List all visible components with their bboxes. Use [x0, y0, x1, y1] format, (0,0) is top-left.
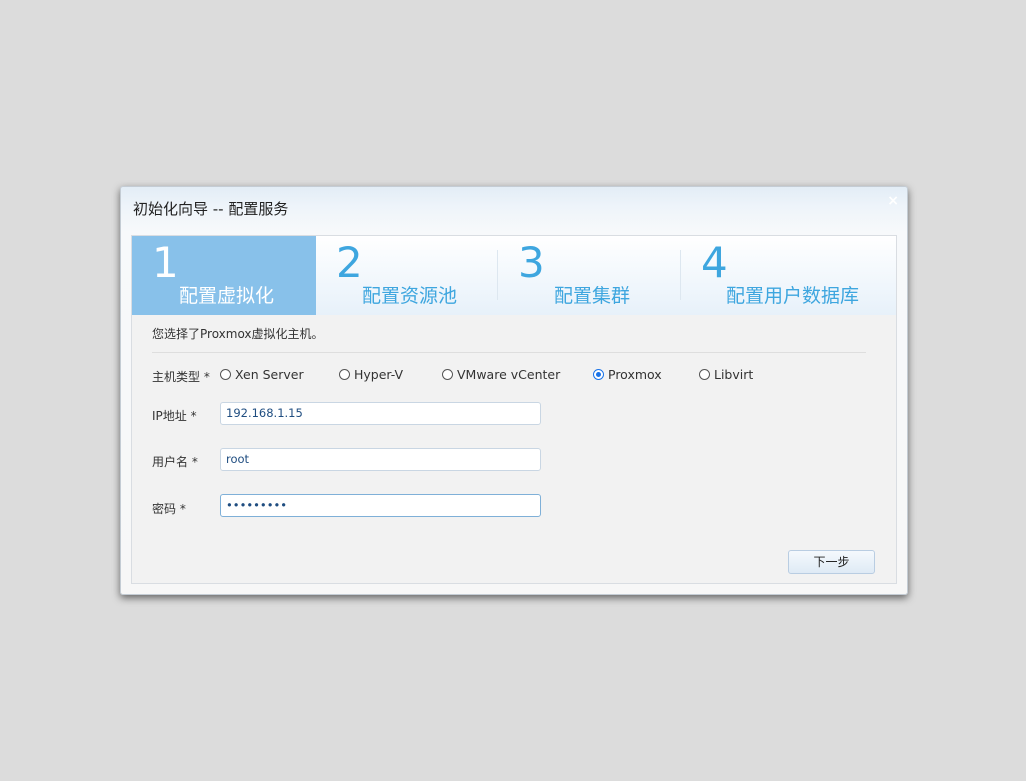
username-input[interactable]: root: [220, 448, 541, 471]
radio-label: Libvirt: [714, 367, 754, 382]
selection-info: 您选择了Proxmox虚拟化主机。: [152, 327, 324, 341]
step-label: 配置虚拟化: [179, 285, 275, 307]
step-label: 配置用户数据库: [726, 285, 860, 307]
password-input[interactable]: •••••••••: [220, 494, 541, 517]
radio-hyper-v[interactable]: Hyper-V: [339, 367, 403, 382]
step-number: 2: [336, 238, 363, 287]
radio-xen-server[interactable]: Xen Server: [220, 367, 304, 382]
username-label: 用户名 *: [152, 455, 198, 469]
divider: [152, 352, 866, 353]
step-configure-virtualization[interactable]: 1 配置虚拟化: [132, 236, 316, 315]
step-configure-resource-pool[interactable]: 2 配置资源池: [316, 236, 497, 315]
host-type-label: 主机类型 *: [152, 370, 210, 384]
radio-icon[interactable]: [442, 369, 453, 380]
radio-label: Proxmox: [608, 367, 662, 382]
step-number: 4: [701, 238, 728, 287]
radio-label: VMware vCenter: [457, 367, 561, 382]
dialog-title: 初始化向导 -- 配置服务: [133, 200, 289, 218]
next-step-button[interactable]: 下一步: [788, 550, 875, 574]
step-configure-cluster[interactable]: 3 配置集群: [498, 236, 680, 315]
radio-icon[interactable]: [339, 369, 350, 380]
wizard-steps: 1 配置虚拟化 2 配置资源池 3 配置集群 4 配置用户数据库: [132, 236, 896, 315]
radio-label: Hyper-V: [354, 367, 404, 382]
step-configure-user-database[interactable]: 4 配置用户数据库: [681, 236, 896, 315]
close-icon[interactable]: ×: [887, 193, 899, 209]
radio-label: Xen Server: [235, 367, 304, 382]
radio-icon[interactable]: [699, 369, 710, 380]
radio-proxmox[interactable]: Proxmox: [593, 367, 662, 382]
ip-address-label: IP地址 *: [152, 409, 197, 423]
radio-libvirt[interactable]: Libvirt: [699, 367, 753, 382]
step-number: 3: [518, 238, 545, 287]
radio-checked-icon[interactable]: [593, 369, 604, 380]
radio-vmware-vcenter[interactable]: VMware vCenter: [442, 367, 560, 382]
step-number: 1: [152, 238, 179, 287]
ip-address-input[interactable]: 192.168.1.15: [220, 402, 541, 425]
radio-icon[interactable]: [220, 369, 231, 380]
step-label: 配置集群: [554, 285, 631, 307]
step-label: 配置资源池: [362, 285, 458, 307]
password-label: 密码 *: [152, 502, 186, 516]
init-wizard-dialog: 初始化向导 -- 配置服务 × 1 配置虚拟化 2 配置资源池 3 配置集群 4…: [120, 186, 908, 595]
wizard-body: 1 配置虚拟化 2 配置资源池 3 配置集群 4 配置用户数据库 您选择了Pro…: [131, 235, 897, 584]
